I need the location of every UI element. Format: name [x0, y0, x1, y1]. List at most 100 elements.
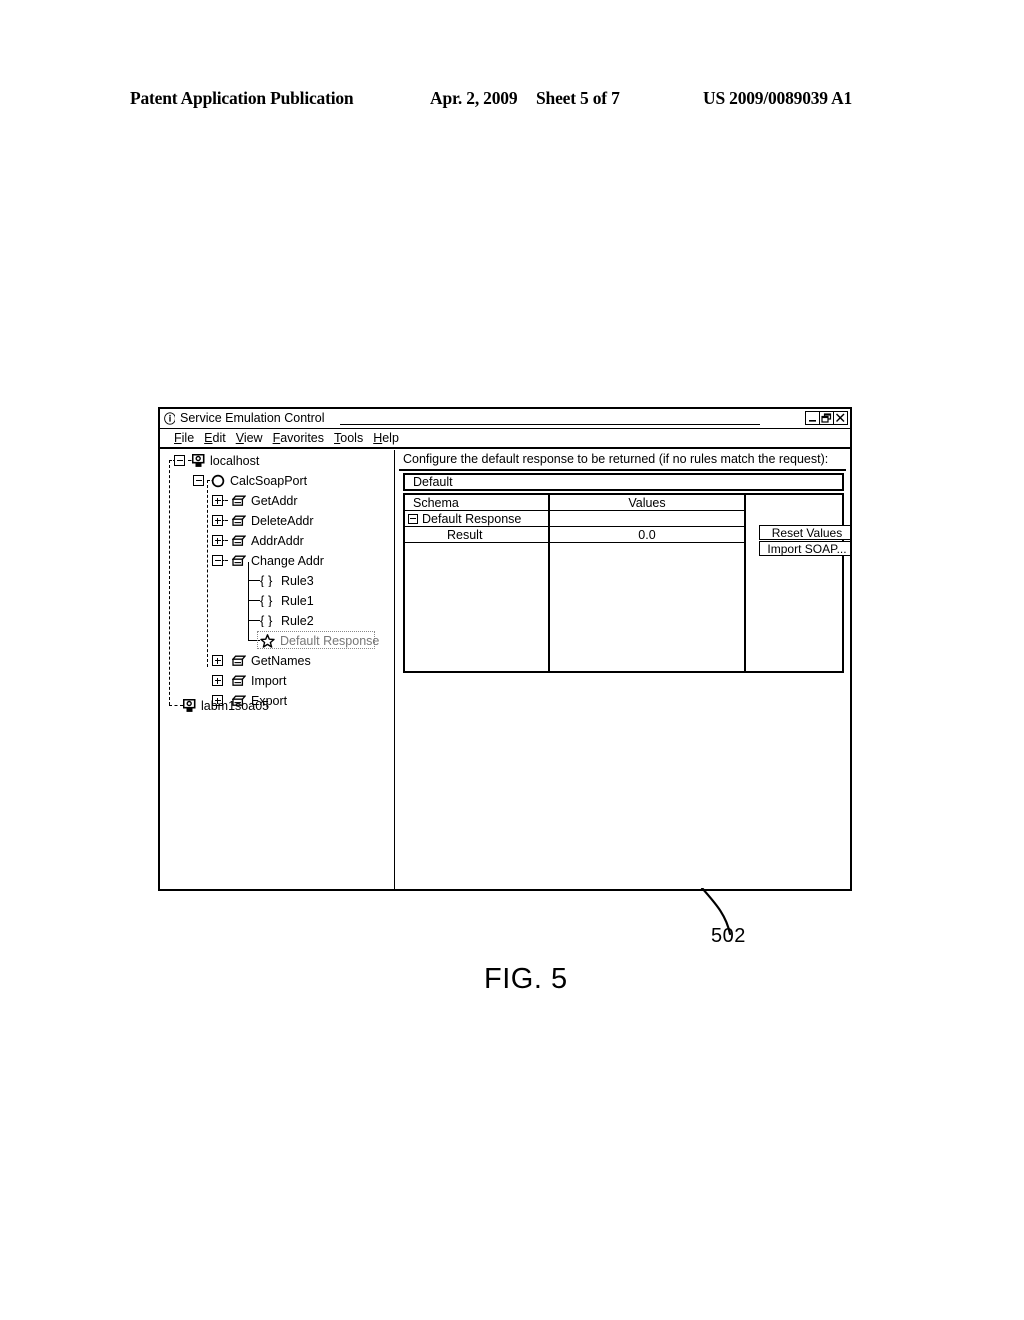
window-controls	[805, 411, 848, 425]
default-name-field[interactable]: Default	[403, 473, 844, 491]
table-row[interactable]: Default Response	[405, 511, 548, 527]
table-row[interactable]: 0.0	[550, 527, 744, 543]
tree-label: labm1soa05	[201, 698, 270, 713]
menu-rest: elp	[382, 431, 399, 445]
tree-label: Change Addr	[251, 553, 324, 568]
patent-number: US 2009/0089039 A1	[703, 88, 853, 108]
tree-node-rule1[interactable]: { } Rule1	[260, 591, 314, 610]
patent-page-header: Patent Application Publication Apr. 2, 2…	[130, 88, 894, 112]
schema-cell: Result	[447, 527, 483, 542]
tree-node-getnames[interactable]: GetNames	[212, 651, 311, 670]
collapse-minus-icon[interactable]	[408, 513, 418, 524]
tree-node-calcsoapport[interactable]: CalcSoapPort	[193, 471, 307, 490]
tree-label: DeleteAddr	[251, 513, 314, 528]
actions-column: Reset Values Import SOAP...	[746, 495, 850, 671]
tree-node-labm1soa05[interactable]: labm1soa05	[183, 696, 269, 715]
service-tree: localhost CalcSoapPort GetAddr DeleteAdd…	[160, 450, 394, 713]
menu-rest: ools	[340, 431, 364, 445]
tree-node-import[interactable]: Import	[212, 671, 286, 690]
expander-minus-icon[interactable]	[212, 555, 223, 566]
expander-minus-icon[interactable]	[174, 455, 185, 466]
tree-root-branch-labm	[169, 705, 183, 706]
reset-values-button[interactable]: Reset Values	[759, 525, 850, 540]
menu-rest: avorites	[280, 431, 325, 445]
menu-item-file[interactable]: File	[174, 431, 194, 445]
expander-minus-icon[interactable]	[193, 475, 204, 486]
tree-branch-rule1	[248, 600, 260, 601]
tree-label: Rule3	[281, 573, 314, 588]
tree-label: AddrAddr	[251, 533, 304, 548]
expander-plus-icon[interactable]	[212, 535, 223, 546]
tree-node-getaddr[interactable]: GetAddr	[212, 491, 298, 510]
tree-branch-rule2	[248, 620, 260, 621]
value-cell: 0.0	[638, 527, 656, 542]
menu-mnemonic: F	[174, 431, 182, 445]
tree-node-deleteaddr[interactable]: DeleteAddr	[212, 511, 314, 530]
service-tree-panel[interactable]: localhost CalcSoapPort GetAddr DeleteAdd…	[160, 450, 395, 889]
menu-item-edit[interactable]: Edit	[204, 431, 226, 445]
table-row[interactable]	[550, 511, 744, 527]
tree-node-localhost[interactable]: localhost	[174, 451, 259, 470]
figure-caption: FIG. 5	[484, 963, 568, 995]
expander-plus-icon[interactable]	[212, 495, 223, 506]
schema-cell: Default Response	[422, 511, 522, 526]
document-icon	[232, 555, 246, 567]
expander-plus-icon[interactable]	[212, 515, 223, 526]
menu-mnemonic: E	[204, 431, 213, 445]
menu-mnemonic: H	[373, 431, 383, 445]
braces-icon: { }	[260, 594, 276, 607]
expander-plus-icon[interactable]	[212, 655, 223, 666]
service-emulation-control-window: ⓘ Service Emulation Control File Edit Vi…	[158, 407, 852, 891]
menu-rest: ile	[181, 431, 195, 445]
computer-icon	[183, 698, 196, 713]
svg-text:ⓘ: ⓘ	[164, 412, 175, 425]
tree-node-addraddr[interactable]: AddrAddr	[212, 531, 304, 550]
tree-node-rule3[interactable]: { } Rule3	[260, 571, 314, 590]
schema-column: Schema Default Response Result	[405, 495, 550, 671]
values-column: Values 0.0	[550, 495, 746, 671]
minimize-icon[interactable]	[805, 411, 820, 425]
tree-node-default-response[interactable]: Default Response	[260, 631, 379, 650]
tree-label: Import	[251, 673, 287, 688]
tree-calcsoapport-trunk	[207, 480, 208, 667]
detail-instruction-text: Configure the default response to be ret…	[399, 452, 846, 471]
info-icon: ⓘ	[164, 412, 175, 425]
braces-icon: { }	[260, 614, 276, 627]
svg-text:{ }: { }	[260, 594, 273, 607]
titlebar-rule	[340, 424, 760, 425]
window-title: Service Emulation Control	[180, 411, 325, 425]
sheet-number: Sheet 5 of 7	[536, 88, 620, 108]
menu-rest: iew	[243, 431, 263, 445]
tree-label: GetAddr	[251, 493, 298, 508]
tree-label: Default Response	[280, 633, 380, 648]
tree-branch-rule3	[248, 580, 260, 581]
menu-rest: dit	[212, 431, 226, 445]
schema-values-grid: Schema Default Response Result Values 0.…	[403, 493, 850, 673]
table-row[interactable]: Result	[405, 527, 548, 543]
column-header-schema: Schema	[405, 495, 548, 511]
tree-label: Rule1	[281, 593, 314, 608]
expander-plus-icon[interactable]	[212, 675, 223, 686]
document-icon	[232, 535, 246, 547]
menu-item-view[interactable]: View	[236, 431, 263, 445]
menu-item-help[interactable]: Help	[373, 431, 399, 445]
tree-node-change-addr[interactable]: Change Addr	[212, 551, 324, 570]
restore-icon[interactable]	[819, 411, 834, 425]
tree-label: CalcSoapPort	[230, 473, 308, 488]
document-icon	[232, 495, 246, 507]
star-icon	[260, 633, 275, 648]
tree-label: localhost	[210, 453, 260, 468]
menu-item-tools[interactable]: Tools	[334, 431, 363, 445]
document-icon	[232, 655, 246, 667]
window-titlebar: ⓘ Service Emulation Control	[160, 409, 850, 429]
computer-icon	[192, 453, 205, 468]
tree-branch-default-response	[248, 640, 260, 641]
import-soap-button[interactable]: Import SOAP...	[759, 541, 850, 556]
default-name-value: Default	[413, 475, 453, 489]
reference-number: 502	[711, 925, 746, 947]
circle-icon	[211, 474, 225, 488]
tree-node-rule2[interactable]: { } Rule2	[260, 611, 314, 630]
close-icon[interactable]	[833, 411, 848, 425]
menu-item-favorites[interactable]: Favorites	[273, 431, 324, 445]
tree-root-trunk	[169, 460, 170, 705]
